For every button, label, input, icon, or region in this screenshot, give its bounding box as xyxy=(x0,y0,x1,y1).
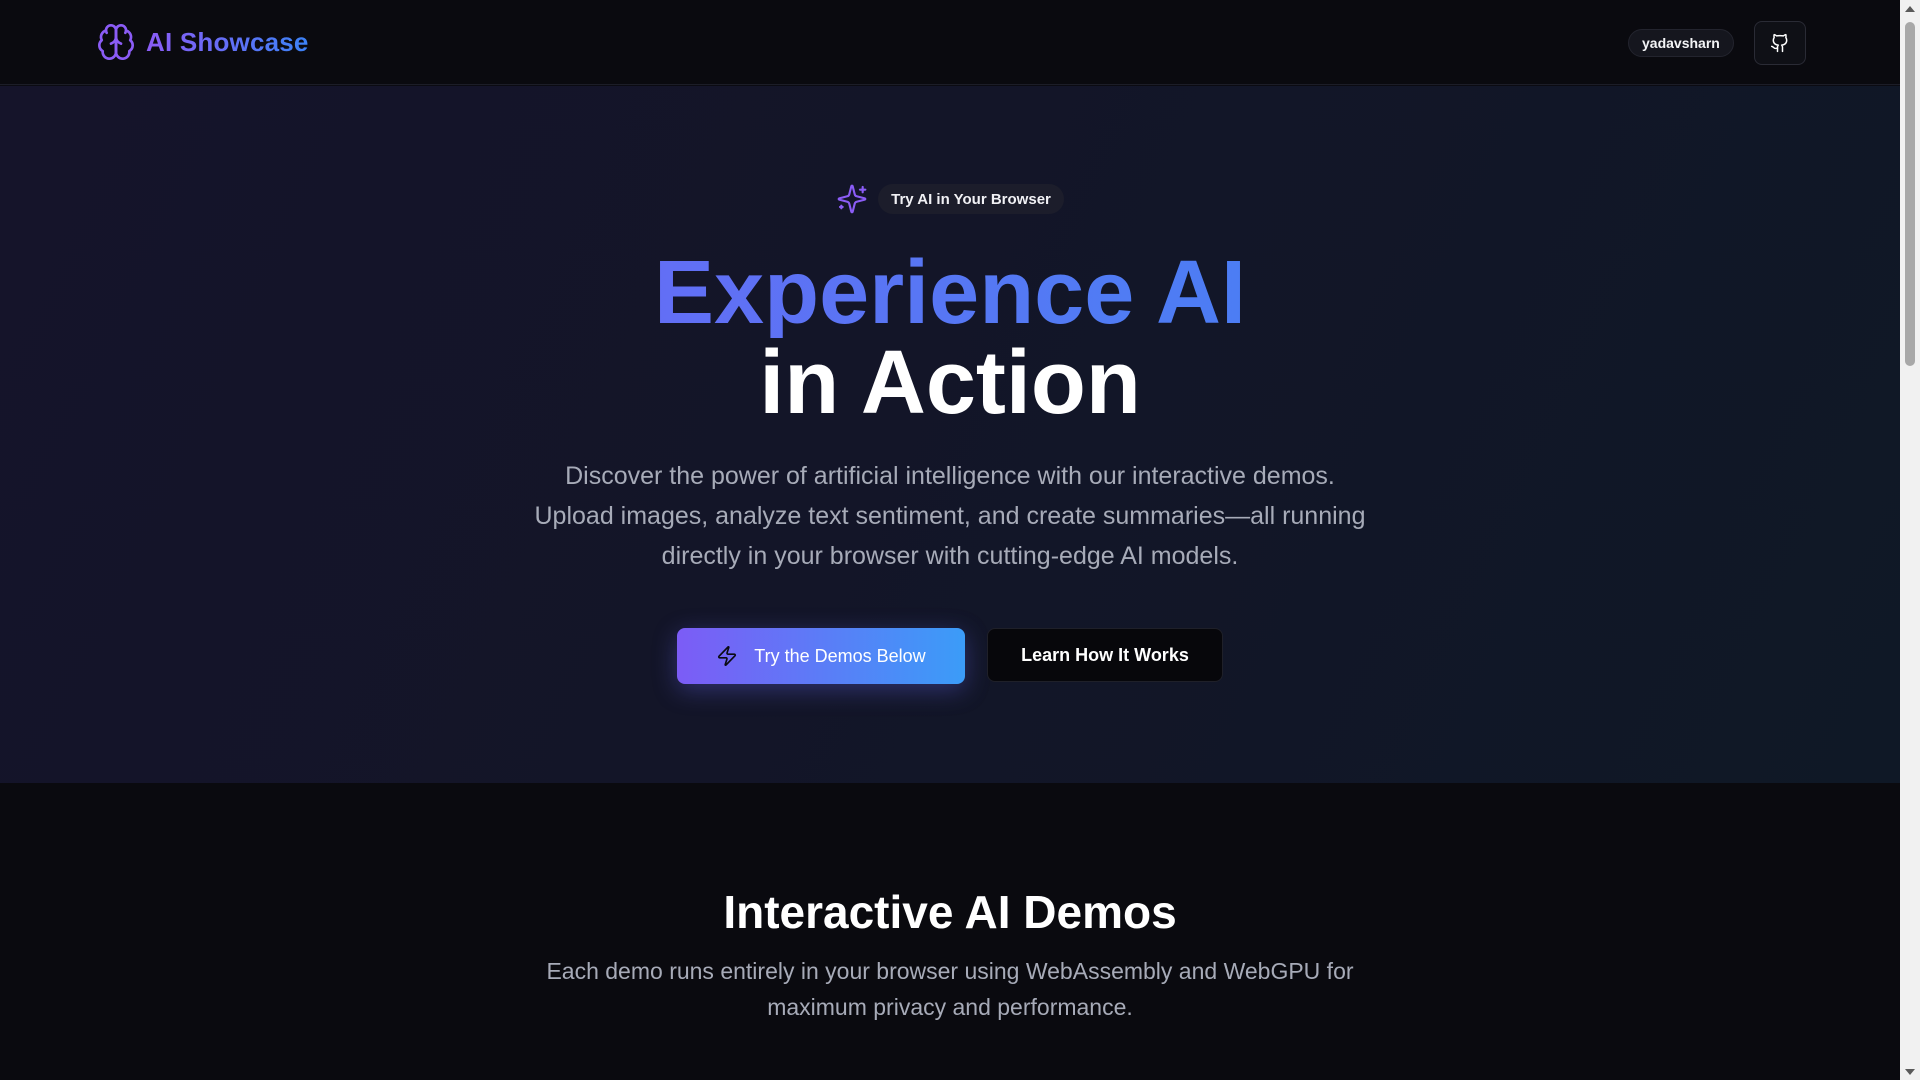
brand-logo-link[interactable]: AI Showcase xyxy=(96,22,309,62)
demos-title: Interactive AI Demos xyxy=(723,886,1177,938)
zap-icon xyxy=(718,646,737,666)
learn-how-button[interactable]: Learn How It Works xyxy=(987,628,1223,682)
hero-badge-row: Try AI in Your Browser xyxy=(0,183,1900,215)
hero-section: Try AI in Your Browser Experience AI in … xyxy=(0,86,1900,783)
brand-name: AI Showcase xyxy=(146,26,309,57)
brain-icon xyxy=(98,24,134,60)
sparkles-icon xyxy=(837,184,867,214)
hero-description: Discover the power of artificial intelli… xyxy=(534,462,1366,570)
try-demos-label: Try the Demos Below xyxy=(754,645,926,666)
headline-line-1: Experience AI xyxy=(0,248,1900,338)
scroll-thumb[interactable] xyxy=(1905,22,1915,366)
github-button[interactable] xyxy=(1754,21,1806,65)
top-navbar: AI Showcase yadavsharn xyxy=(0,0,1900,85)
user-badge[interactable]: yadavsharn xyxy=(1628,29,1734,57)
demos-section: Interactive AI Demos Each demo runs enti… xyxy=(0,783,1900,1080)
demos-description: Each demo runs entirely in your browser … xyxy=(546,958,1354,1020)
arrow-up-icon xyxy=(1905,5,1915,12)
page-scrollbar[interactable] xyxy=(1900,0,1920,1080)
try-demos-button[interactable]: Try the Demos Below xyxy=(677,628,965,684)
learn-how-label: Learn How It Works xyxy=(1021,644,1189,665)
github-icon xyxy=(1770,33,1788,53)
scroll-up-arrow[interactable] xyxy=(1900,0,1920,17)
hero-headline: Experience AI in Action xyxy=(0,248,1900,428)
hero-badge: Try AI in Your Browser xyxy=(878,184,1064,214)
arrow-down-icon xyxy=(1905,1068,1915,1075)
scroll-down-arrow[interactable] xyxy=(1900,1063,1920,1080)
headline-line-2: in Action xyxy=(759,333,1141,433)
hero-cta-row: Try the Demos Below Learn How It Works xyxy=(0,628,1900,684)
